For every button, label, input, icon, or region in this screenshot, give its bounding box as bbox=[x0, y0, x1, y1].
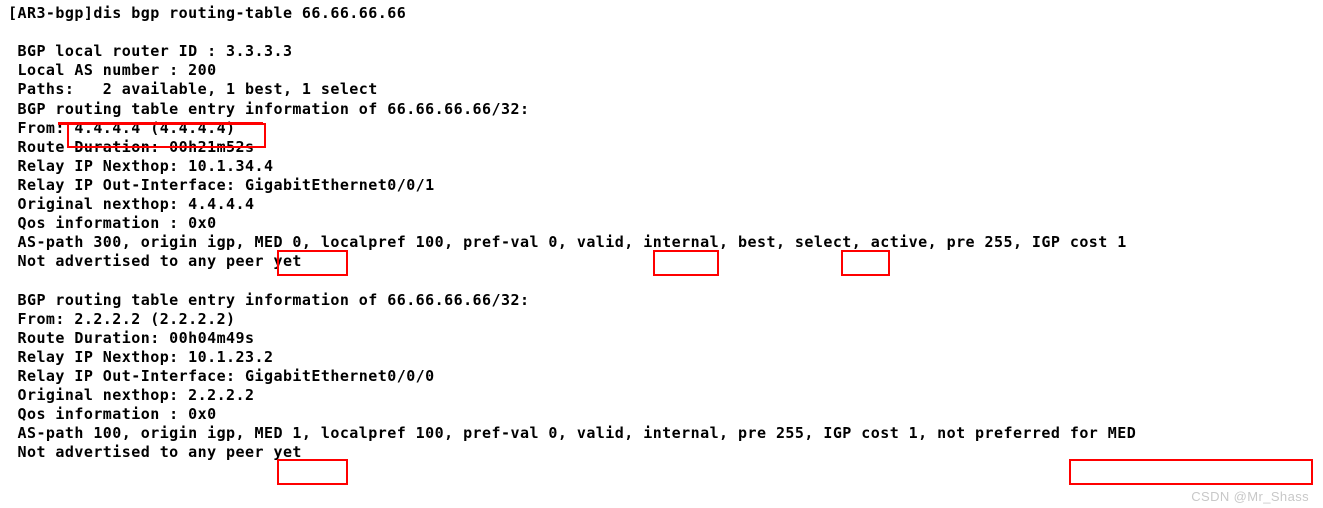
console-line-from-2: From: 2.2.2.2 (2.2.2.2) bbox=[8, 309, 236, 328]
console-line-orig-nexthop-2: Original nexthop: 2.2.2.2 bbox=[8, 386, 255, 404]
annotation-box-best bbox=[841, 250, 890, 276]
annotation-box-med-1 bbox=[277, 459, 348, 485]
console-line-relay-nexthop-2: Relay IP Nexthop: 10.1.23.2 bbox=[8, 347, 274, 366]
console-line-paths: Paths: 2 available, 1 best, 1 select bbox=[8, 80, 378, 99]
console-line-orig-nexthop-1: Original nexthop: 4.4.4.4 bbox=[8, 195, 255, 213]
annotation-box-not-preferred-for-med bbox=[1069, 459, 1313, 485]
console-line-relay-nexthop-1: Relay IP Nexthop: 10.1.34.4 bbox=[8, 156, 274, 175]
console-line-qos-2: Qos information : 0x0 bbox=[8, 405, 217, 424]
console-line-entry-header-1: BGP routing table entry information of 6… bbox=[8, 99, 530, 118]
console-line-advertised-2: Not advertised to any peer yet bbox=[8, 443, 302, 462]
console-line-relay-outif-1: Relay IP Out-Interface: GigabitEthernet0… bbox=[8, 175, 435, 194]
annotation-box-valid bbox=[653, 250, 719, 276]
console-line-attrs-2: AS-path 100, origin igp, MED 1, localpre… bbox=[8, 424, 1137, 443]
console-line-relay-outif-2: Relay IP Out-Interface: GigabitEthernet0… bbox=[8, 366, 435, 385]
console-line-from-1: From: 4.4.4.4 (4.4.4.4) bbox=[8, 118, 236, 137]
csdn-watermark: CSDN @Mr_Shass bbox=[1191, 489, 1309, 504]
console-line-local-as: Local AS number : 200 bbox=[8, 61, 217, 80]
console-line-duration-2: Route Duration: 00h04m49s bbox=[8, 328, 255, 347]
console-line-attrs-1: AS-path 300, origin igp, MED 0, localpre… bbox=[8, 233, 1127, 252]
console-line-router-id: BGP local router ID : 3.3.3.3 bbox=[8, 42, 293, 61]
console-line-prompt: [AR3-bgp]dis bgp routing-table 66.66.66.… bbox=[8, 4, 407, 22]
console-line-qos-1: Qos information : 0x0 bbox=[8, 214, 217, 233]
console-line-entry-header-2: BGP routing table entry information of 6… bbox=[8, 290, 530, 309]
terminal-output-pane: [AR3-bgp]dis bgp routing-table 66.66.66.… bbox=[0, 0, 1323, 508]
console-line-duration-1: Route Duration: 00h21m52s bbox=[8, 137, 255, 156]
console-line-advertised-1: Not advertised to any peer yet bbox=[8, 252, 302, 271]
